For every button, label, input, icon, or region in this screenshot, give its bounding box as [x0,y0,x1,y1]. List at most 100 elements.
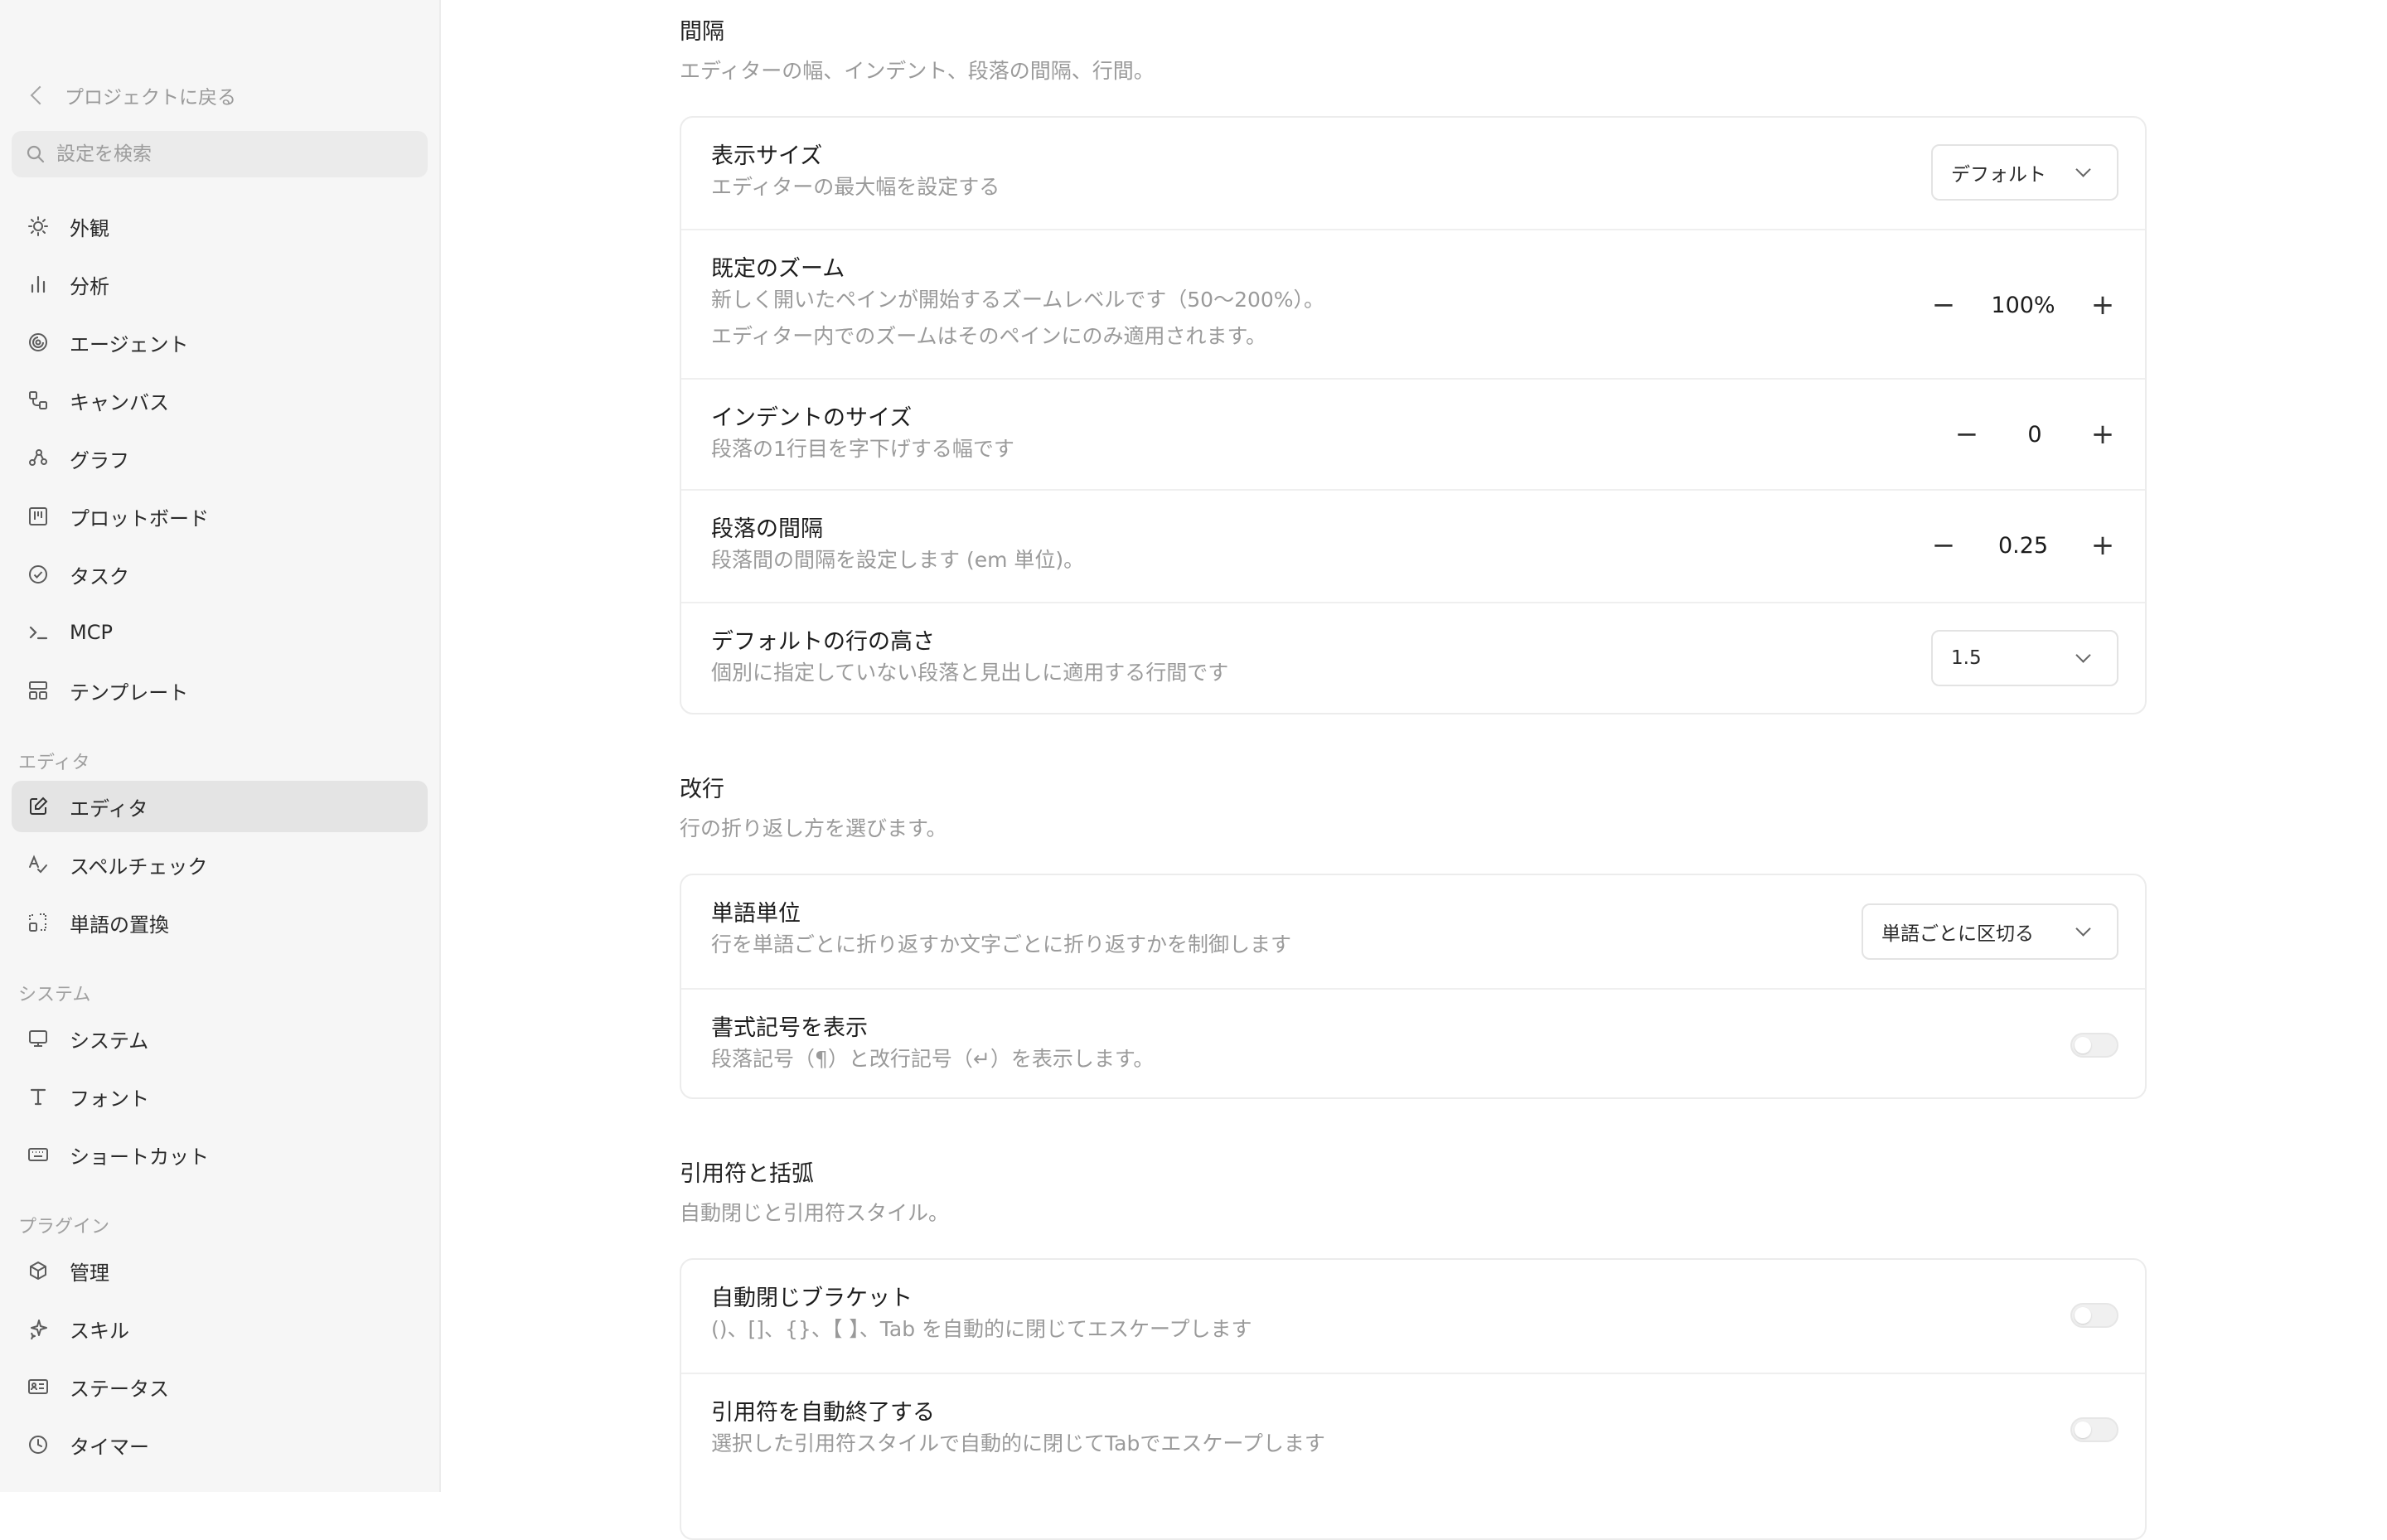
sidebar-item-label: スペルチェック [70,855,208,879]
sidebar-item-spellcheck[interactable]: スペルチェック [12,839,428,890]
display-size-select[interactable]: デフォルト [1931,144,2118,201]
select-value: デフォルト [1951,164,2046,186]
sidebar-item-label: 分析 [70,274,109,298]
chevron-down-icon [2075,162,2091,177]
setting-description: 段落の1行目を字下げする幅です [711,437,1014,461]
bar-chart-icon [27,273,50,296]
sidebar-item-system[interactable]: システム [12,1013,428,1064]
sidebar-item-mcp[interactable]: MCP [12,607,428,658]
increment-button[interactable]: + [2084,521,2122,570]
setting-description: 個別に指定していない段落と見出しに適用する行間です [711,661,1229,685]
search-icon [27,145,45,163]
section-desc-spacing: エディターの幅、インデント、段落の間隔、行間。 [680,59,1155,83]
edit-icon [27,795,50,818]
sidebar-item-skills[interactable]: スキル [12,1303,428,1354]
sidebar-item-label: タイマー [70,1435,149,1459]
font-icon [27,1085,50,1108]
setting-description: 行を単語ごとに折り返すか文字ごとに折り返すかを制御します [711,932,1292,956]
sidebar-item-agent[interactable]: エージェント [12,317,428,368]
terminal-icon [27,621,50,644]
sidebar-item-label: 管理 [70,1261,109,1285]
sun-icon [27,215,50,238]
section-desc-line-break: 行の折り返し方を選びます。 [680,816,947,840]
sidebar-item-timer[interactable]: タイマー [12,1419,428,1470]
sidebar-item-label: エディタ [70,797,148,821]
chevron-down-icon [2075,921,2091,937]
setting-title: 自動閉じブラケット [711,1286,913,1311]
back-label: プロジェクトに戻る [65,87,236,109]
sidebar-item-status[interactable]: ステータス [12,1361,428,1412]
sidebar-item-font[interactable]: フォント [12,1071,428,1122]
toggle-knob [2075,1037,2091,1053]
select-value: 単語ごとに区切る [1881,923,2034,945]
word-unit-select[interactable]: 単語ごとに区切る [1862,903,2118,960]
setting-title: インデントのサイズ [711,405,913,431]
setting-description: ()、[]、{}、【 】、Tab を自動的に閉じてエスケープします [711,1317,1252,1341]
sparkle-icon [27,1317,50,1340]
sidebar-item-plotboard[interactable]: プロットボード [12,491,428,542]
spacing-card: 表示サイズ エディターの最大幅を設定する デフォルト 既定のズーム 新しく開いた… [680,116,2147,714]
sidebar-item-canvas[interactable]: キャンバス [12,375,428,426]
sidebar-item-tasks[interactable]: タスク [12,549,428,600]
replace-icon [27,911,50,934]
graph-icon [27,447,50,470]
quotes-card: 自動閉じブラケット ()、[]、{}、【 】、Tab を自動的に閉じてエスケープ… [680,1258,2147,1540]
increment-button[interactable]: + [2084,409,2122,459]
setting-description: 新しく開いたペインが開始するズームレベルです（50〜200%）。 [711,288,1325,312]
sidebar-item-label: スキル [70,1319,129,1343]
setting-row-paragraph-spacing: 段落の間隔 段落間の間隔を設定します (em 単位)。 − 0.25 + [681,489,2145,602]
canvas-icon [27,389,50,412]
setting-row-auto-quote: 引用符を自動終了する 選択した引用符スタイルで自動的に閉じてTabでエスケープし… [681,1373,2145,1485]
paragraph-spacing-value: 0.25 [1997,532,2049,559]
sidebar-item-label: プロットボード [70,506,209,530]
setting-title: 書式記号を表示 [711,1015,868,1041]
auto-quote-toggle[interactable] [2070,1417,2118,1442]
decrement-button[interactable]: − [1925,280,1963,330]
setting-title: 単語単位 [711,901,801,927]
sidebar-item-shortcuts[interactable]: ショートカット [12,1129,428,1180]
sidebar-item-editor[interactable]: エディタ [12,781,428,832]
section-title-quotes: 引用符と括弧 [680,1161,814,1187]
chevron-left-icon [30,85,50,105]
check-circle-icon [27,563,50,586]
decrement-button[interactable]: − [1948,409,1986,459]
sidebar-item-word-replace[interactable]: 単語の置換 [12,897,428,948]
section-label-plugins: プラグイン [18,1217,110,1237]
sidebar-item-label: システム [70,1029,149,1053]
setting-description: エディター内でのズームはそのペインにのみ適用されます。 [711,324,1267,348]
sidebar-item-label: ショートカット [70,1145,209,1169]
section-label-editor: エディタ [18,753,90,773]
setting-title: 段落の間隔 [711,516,823,542]
indent-value: 0 [2027,421,2042,448]
setting-row-line-height: デフォルトの行の高さ 個別に指定していない段落と見出しに適用する行間です 1.5 [681,602,2145,713]
sidebar-item-label: 単語の置換 [70,913,169,937]
sidebar-item-label: エージェント [70,332,189,356]
auto-bracket-toggle[interactable] [2070,1303,2118,1328]
settings-search[interactable] [12,131,428,177]
paragraph-spacing-stepper[interactable]: − 0.25 + [1925,521,2122,570]
section-title-spacing: 間隔 [680,19,724,45]
indent-stepper[interactable]: − 0 + [1948,409,2122,459]
search-input[interactable] [55,143,406,166]
decrement-button[interactable]: − [1925,521,1963,570]
package-icon [27,1259,50,1282]
setting-description: 段落記号（¶）と改行記号（↵）を表示します。 [711,1047,1155,1071]
sidebar-item-graph[interactable]: グラフ [12,433,428,484]
zoom-stepper[interactable]: − 100% + [1925,280,2122,330]
toggle-knob [2075,1307,2091,1324]
back-to-project-link[interactable]: プロジェクトに戻る [27,81,236,109]
sidebar-item-manage[interactable]: 管理 [12,1245,428,1296]
show-marks-toggle[interactable] [2070,1033,2118,1058]
setting-title: 既定のズーム [711,256,845,282]
sidebar-item-label: ステータス [70,1377,169,1401]
increment-button[interactable]: + [2084,280,2122,330]
sidebar-item-analytics[interactable]: 分析 [12,259,428,310]
sidebar-item-appearance[interactable]: 外観 [12,201,428,252]
settings-sidebar: プロジェクトに戻る 外観 分析 エージェント キャンバス グラフ プロットボード… [0,0,441,1492]
spellcheck-icon [27,853,50,876]
setting-row-default-zoom: 既定のズーム 新しく開いたペインが開始するズームレベルです（50〜200%）。 … [681,229,2145,378]
line-height-select[interactable]: 1.5 [1931,630,2118,686]
chevron-down-icon [2075,647,2091,663]
sidebar-item-templates[interactable]: テンプレート [12,665,428,716]
zoom-value: 100% [1991,292,2055,318]
